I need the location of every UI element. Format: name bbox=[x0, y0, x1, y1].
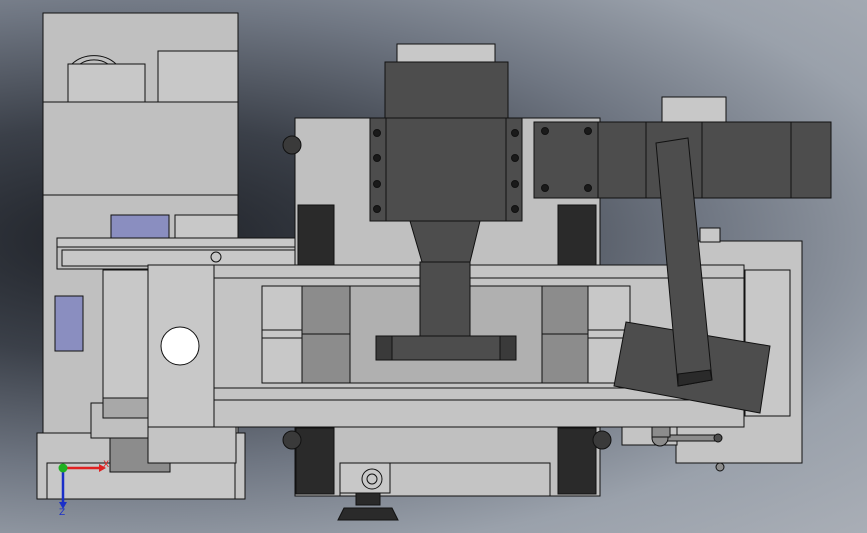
frame-knob bbox=[282, 430, 302, 450]
spindle-top-cap bbox=[384, 61, 509, 121]
bolt bbox=[373, 205, 381, 213]
bolt bbox=[373, 129, 381, 137]
bolt bbox=[511, 180, 519, 188]
table-end-plate bbox=[102, 397, 149, 419]
vise-bar-cap-left bbox=[375, 335, 393, 361]
frame-slot-left-top bbox=[297, 204, 335, 266]
table-under-block bbox=[147, 426, 237, 464]
bolt bbox=[373, 180, 381, 188]
right-top-tab bbox=[661, 96, 727, 123]
leveling-foot bbox=[337, 462, 399, 521]
spindle-neck bbox=[419, 261, 471, 337]
bolt bbox=[584, 184, 592, 192]
frame-top-plate bbox=[396, 43, 496, 65]
motor-housing bbox=[67, 63, 146, 103]
table-shadow-plate bbox=[102, 269, 149, 401]
foot-pad bbox=[337, 507, 399, 521]
bolt bbox=[511, 205, 519, 213]
side-bracket bbox=[699, 227, 721, 243]
bolt bbox=[511, 154, 519, 162]
rail-bolt bbox=[210, 251, 222, 263]
bolt bbox=[373, 154, 381, 162]
cabinet-blue-panel bbox=[110, 214, 170, 241]
foot-ring-inner bbox=[366, 473, 378, 485]
vise-bar-cap-right bbox=[499, 335, 517, 361]
bolt bbox=[511, 129, 519, 137]
cad-viewport[interactable]: X Z bbox=[0, 0, 867, 533]
table-end-hole bbox=[160, 326, 200, 366]
triad-z-label: Z bbox=[59, 508, 65, 518]
bolt bbox=[541, 127, 549, 135]
cabinet-small-box bbox=[174, 214, 239, 241]
triad-y-axis bbox=[58, 463, 68, 473]
spindle-body bbox=[369, 117, 523, 222]
triad-x-label: X bbox=[103, 460, 109, 470]
lever-end bbox=[715, 462, 725, 472]
cabinet-side-blue-panel bbox=[54, 295, 84, 352]
frame-knob bbox=[592, 430, 612, 450]
frame-slot-right-bottom bbox=[557, 427, 597, 495]
spindle-taper bbox=[409, 220, 481, 263]
frame-slot-left-bottom bbox=[295, 427, 335, 495]
foot-stem bbox=[355, 492, 381, 506]
frame-slot-right-top bbox=[557, 204, 597, 266]
bolt bbox=[584, 127, 592, 135]
lever-knob[interactable] bbox=[713, 433, 723, 443]
frame-knob bbox=[282, 135, 302, 155]
vise-bar bbox=[375, 335, 517, 361]
bolt bbox=[541, 184, 549, 192]
motor-cover-plate bbox=[157, 50, 239, 103]
